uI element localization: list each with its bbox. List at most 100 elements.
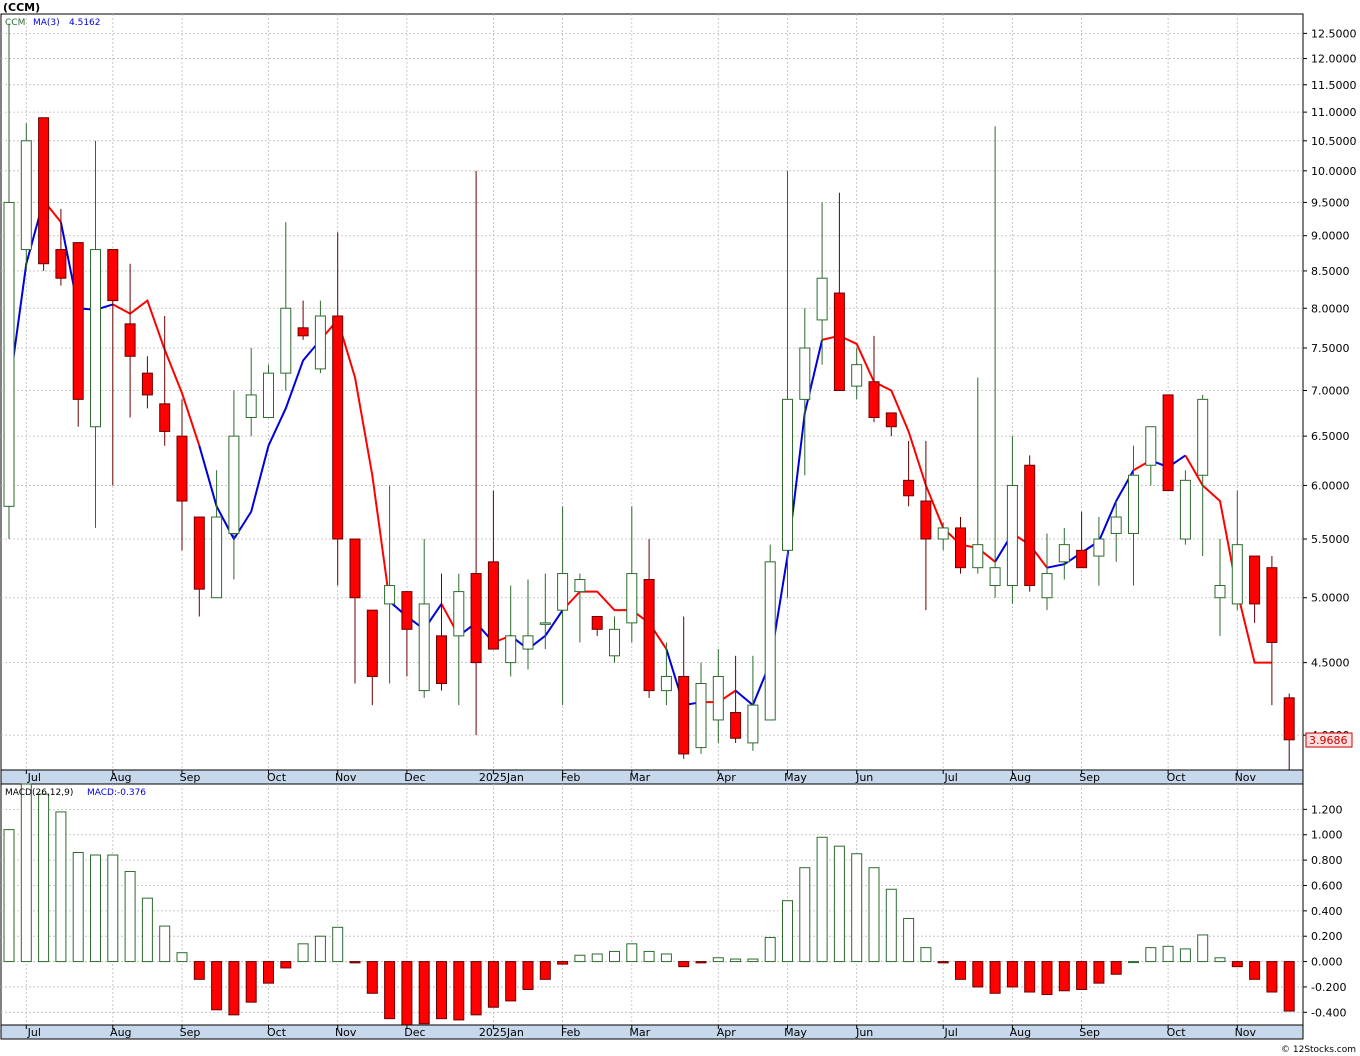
price-tick-label: 10.0000 bbox=[1311, 165, 1357, 178]
macd-bar-negative bbox=[1110, 961, 1122, 975]
last-price-label: 3.9686 bbox=[1309, 734, 1348, 747]
macd-x-tick-label: Oct bbox=[267, 1026, 287, 1039]
macd-bar-negative bbox=[280, 961, 292, 969]
macd-bar-negative bbox=[366, 961, 378, 994]
candle-body bbox=[989, 567, 1001, 587]
macd-panel-frame bbox=[0, 783, 1304, 1026]
candle-body bbox=[557, 573, 569, 611]
candle-down bbox=[1162, 394, 1174, 492]
candle-body bbox=[297, 327, 309, 337]
macd-x-tick-label: 2025Jan bbox=[479, 1026, 524, 1039]
candle-body bbox=[747, 704, 759, 744]
macd-bar-negative bbox=[972, 961, 984, 988]
price-x-tick-label: Jul bbox=[27, 771, 41, 784]
macd-bar-positive bbox=[868, 867, 880, 963]
candle-down bbox=[38, 117, 50, 271]
macd-bar-positive bbox=[1197, 934, 1209, 963]
macd-bar-positive bbox=[1145, 947, 1157, 963]
macd-x-tick-label: Apr bbox=[717, 1026, 737, 1039]
price-x-tick-label: Nov bbox=[1235, 771, 1257, 784]
candle-body bbox=[972, 544, 984, 569]
candle-body bbox=[1024, 464, 1036, 587]
macd-bar-positive bbox=[643, 950, 655, 963]
price-x-tick-label: Jun bbox=[855, 771, 873, 784]
macd-bar-negative bbox=[418, 961, 430, 1025]
candle-up bbox=[764, 544, 776, 721]
macd-bar-negative bbox=[1041, 961, 1053, 996]
macd-bar-positive bbox=[851, 853, 863, 963]
macd-bar-negative bbox=[695, 961, 707, 964]
macd-x-tick-label: Nov bbox=[335, 1026, 357, 1039]
price-tick-label: 8.0000 bbox=[1311, 302, 1350, 315]
macd-x-tick-label: Oct bbox=[1167, 1026, 1187, 1039]
macd-bar-negative bbox=[436, 961, 447, 1020]
price-tick-label: 4.5000 bbox=[1311, 657, 1350, 670]
macd-bar-positive bbox=[730, 958, 742, 963]
price-tick-label: 7.0000 bbox=[1311, 385, 1350, 398]
candle-body bbox=[539, 622, 551, 625]
candle-body bbox=[851, 364, 863, 387]
candle-body bbox=[1076, 549, 1088, 569]
candle-body bbox=[90, 249, 101, 428]
candle-body bbox=[903, 479, 915, 497]
candle-body bbox=[885, 412, 897, 428]
macd-bar-positive bbox=[591, 953, 603, 963]
candle-body bbox=[1197, 398, 1209, 476]
macd-bar-positive bbox=[799, 867, 811, 963]
candle-body bbox=[1162, 394, 1174, 492]
macd-bar-positive bbox=[574, 954, 586, 963]
candle-body bbox=[314, 315, 326, 370]
price-tick-label: 10.5000 bbox=[1311, 135, 1357, 148]
macd-bar-negative bbox=[522, 961, 534, 990]
macd-bar-positive bbox=[297, 943, 309, 963]
macd-bar-positive bbox=[332, 926, 344, 963]
candle-down bbox=[72, 242, 84, 427]
candle-body bbox=[470, 573, 482, 664]
macd-bar-negative bbox=[955, 961, 966, 980]
legend-ma-value: 4.5162 bbox=[69, 18, 101, 28]
macd-x-tick-label: Sep bbox=[180, 1026, 201, 1039]
macd-bar-negative bbox=[487, 961, 499, 1008]
macd-bar-positive bbox=[885, 888, 897, 963]
macd-bar-negative bbox=[228, 961, 240, 1016]
candle-body bbox=[418, 603, 430, 692]
candle-body bbox=[643, 579, 655, 692]
macd-x-tick-label: Aug bbox=[1010, 1026, 1031, 1039]
candle-body bbox=[20, 140, 32, 251]
macd-bar-negative bbox=[211, 961, 223, 1011]
price-tick-label: 11.5000 bbox=[1311, 79, 1357, 92]
candle-body bbox=[1006, 484, 1018, 587]
candle-body bbox=[1110, 516, 1122, 534]
macd-value-label: MACD:-0.376 bbox=[87, 788, 146, 798]
macd-bar-negative bbox=[937, 961, 949, 964]
candle-body bbox=[141, 372, 153, 396]
macd-bar-positive bbox=[38, 793, 50, 963]
candle-body bbox=[349, 538, 361, 599]
candle-body bbox=[1214, 585, 1226, 599]
macd-x-tick-label: Jul bbox=[27, 1026, 41, 1039]
candle-body bbox=[55, 249, 67, 279]
candle-body bbox=[574, 579, 586, 593]
candle-up bbox=[20, 123, 32, 271]
macd-bar-positive bbox=[3, 829, 15, 963]
candle-body bbox=[1093, 538, 1105, 557]
macd-bar-negative bbox=[193, 961, 205, 980]
macd-x-tick-label: Feb bbox=[561, 1026, 580, 1039]
price-x-tick-label: Oct bbox=[1167, 771, 1187, 784]
footer-credit: © 12Stocks.com bbox=[1281, 1045, 1356, 1055]
macd-bar-negative bbox=[470, 961, 482, 1016]
macd-tick-label: 0.400 bbox=[1311, 905, 1343, 918]
macd-bar-positive bbox=[903, 917, 915, 963]
candle-body bbox=[1145, 426, 1157, 466]
macd-bar-positive bbox=[124, 871, 136, 963]
macd-bar-positive bbox=[782, 900, 793, 963]
macd-bar-positive bbox=[660, 953, 672, 963]
macd-tick-label: 0.800 bbox=[1311, 854, 1343, 867]
macd-bar-positive bbox=[159, 925, 171, 963]
macd-tick-label: 1.000 bbox=[1311, 829, 1343, 842]
candle-body bbox=[487, 561, 499, 650]
macd-bar-negative bbox=[1006, 961, 1018, 988]
candle-body bbox=[384, 585, 396, 605]
candle-body bbox=[1058, 544, 1070, 563]
macd-tick-label: 1.200 bbox=[1311, 803, 1343, 816]
